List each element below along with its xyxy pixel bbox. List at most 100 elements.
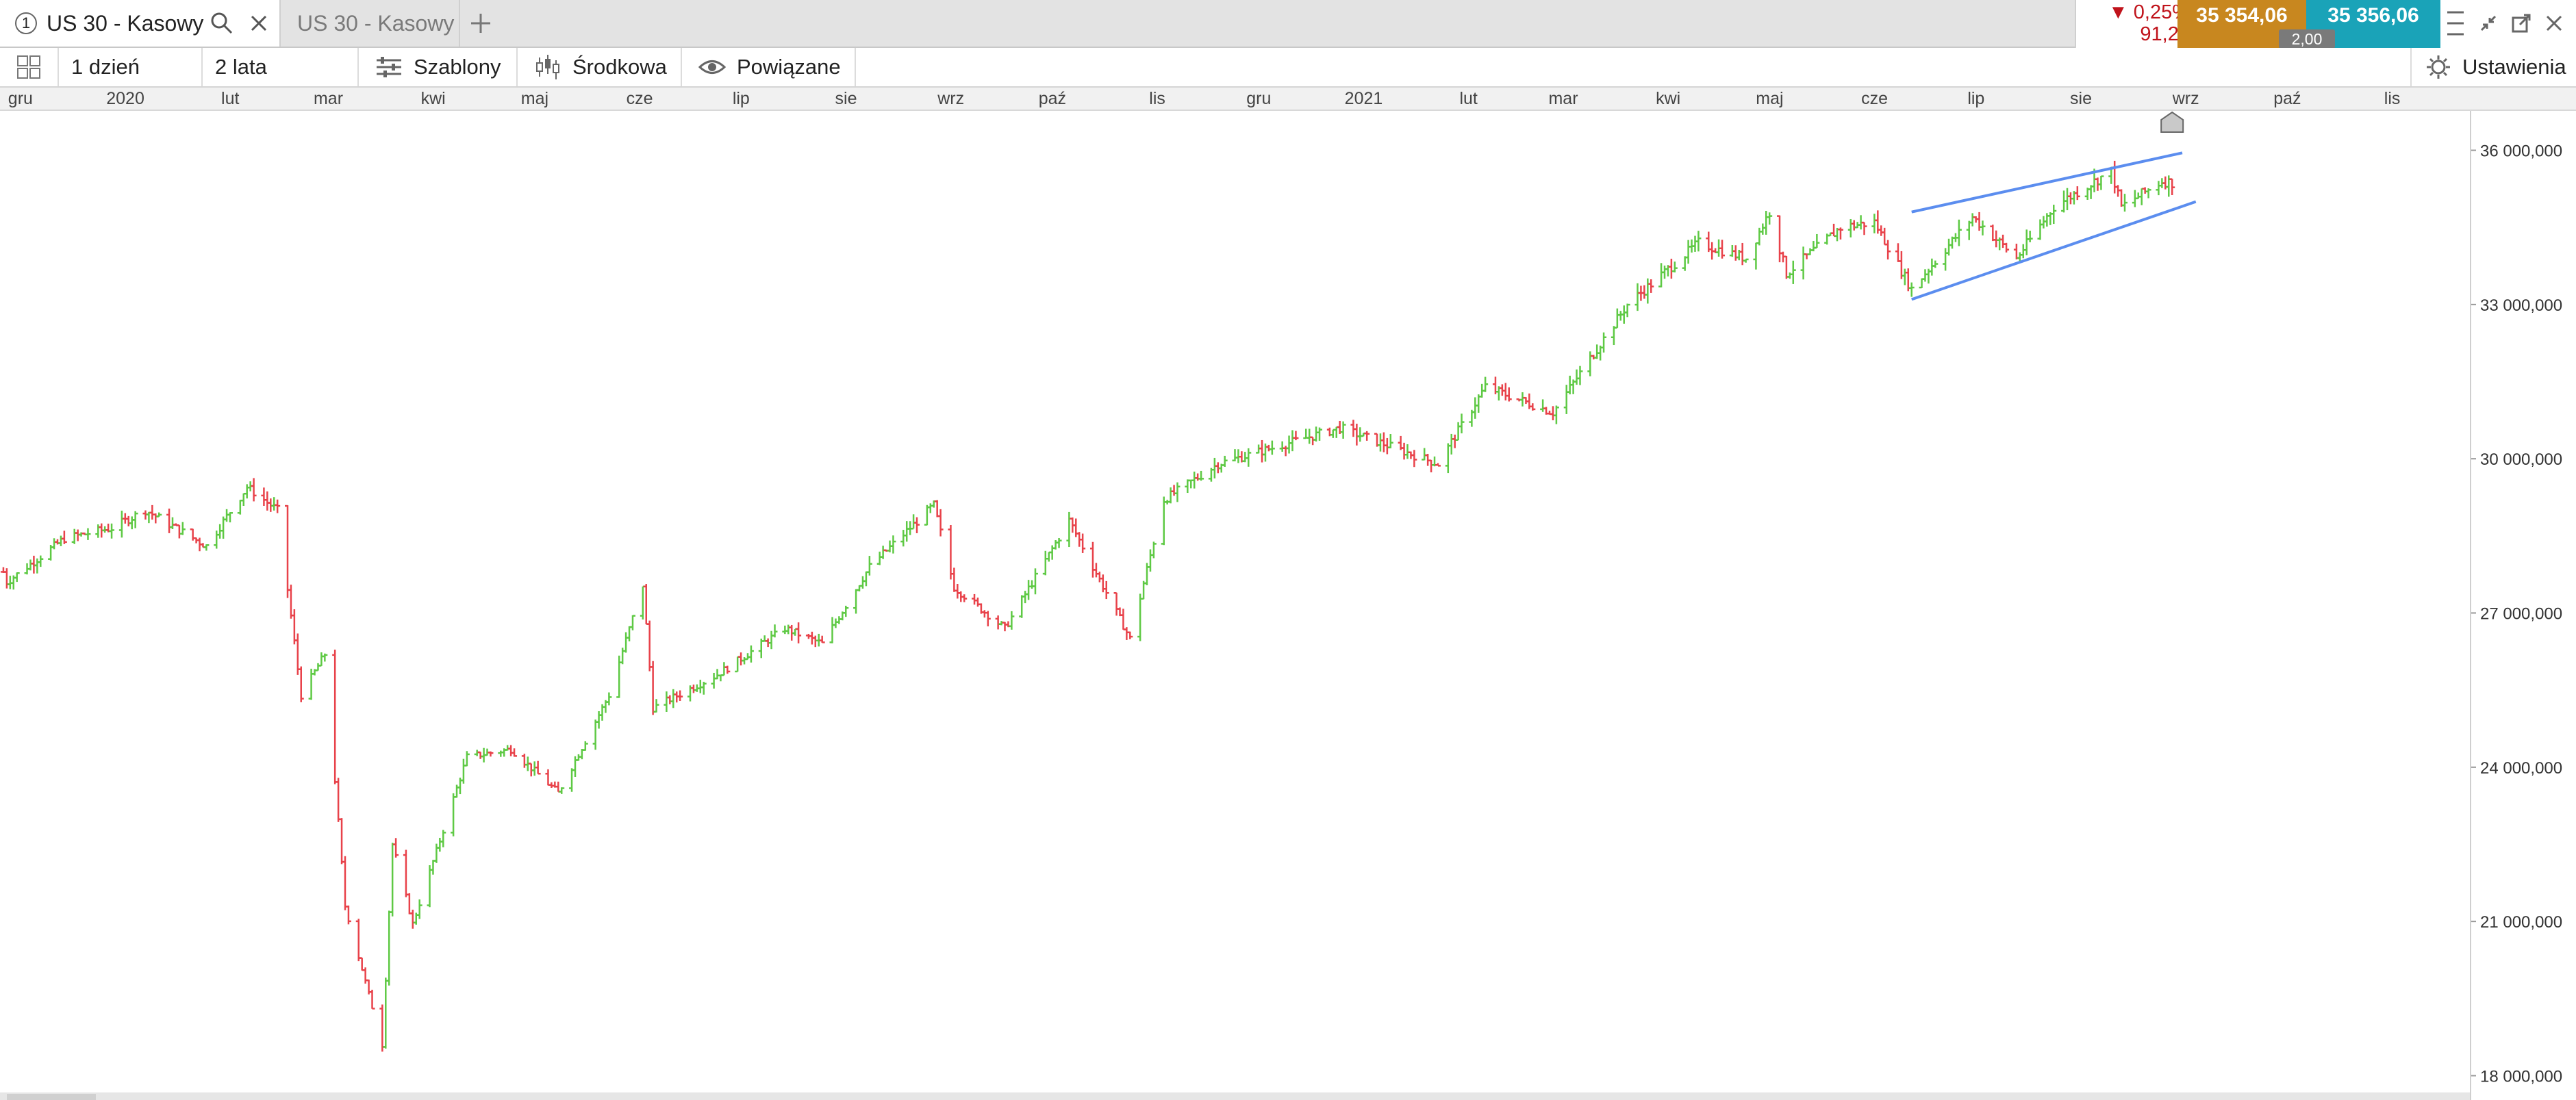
ohlc-bar — [796, 622, 802, 643]
range-select[interactable]: 2 lata — [203, 48, 359, 86]
ohlc-bar — [264, 491, 270, 511]
ohlc-bar — [650, 661, 656, 715]
ohlc-bar — [1695, 231, 1702, 252]
ohlc-bar — [2145, 188, 2151, 199]
sliders-icon — [377, 57, 401, 77]
ohlc-bar — [664, 691, 670, 713]
templates-button[interactable]: Szablony — [359, 48, 518, 86]
ohlc-bar — [1682, 256, 1688, 271]
ohlc-bar — [1029, 580, 1035, 589]
ohlc-bar — [1574, 369, 1580, 385]
ohlc-bar — [1246, 448, 1252, 467]
menu-icon[interactable] — [2443, 10, 2468, 37]
tab-title: US 30 - Kasowy — [297, 10, 455, 36]
scrollbar-thumb[interactable] — [7, 1094, 96, 1100]
ohlc-bar — [1790, 260, 1796, 284]
ohlc-bar — [153, 513, 159, 524]
month-label: lip — [732, 89, 750, 108]
ohlc-bar — [742, 657, 748, 665]
ohlc-bar — [440, 830, 446, 847]
close-window-icon[interactable] — [2542, 10, 2566, 37]
ohlc-bar — [535, 760, 541, 775]
month-label: mar — [1548, 89, 1578, 108]
time-axis[interactable]: gru 2020 lut mar kwi maj cze lip sie wrz paź lis gru… — [0, 88, 2576, 111]
ohlc-bar — [646, 620, 653, 671]
ohlc-bar — [1861, 221, 1867, 235]
chart-toolbar: 1 dzień 2 lata Szablony Środkowa Powiąza… — [0, 48, 2576, 88]
ohlc-bar — [1753, 242, 1759, 270]
ohlc-bar — [237, 500, 243, 515]
ohlc-bar — [1211, 457, 1217, 478]
price-tick-label: 21 000,000 — [2480, 913, 2562, 932]
month-label: lut — [1459, 89, 1478, 108]
ohlc-bar — [1685, 240, 1691, 264]
ohlc-bar — [1908, 282, 1915, 297]
layout-button[interactable] — [0, 48, 59, 86]
ohlc-bar — [390, 843, 396, 917]
ohlc-bar — [670, 689, 677, 708]
ohlc-bar — [1645, 278, 1651, 304]
month-label: sie — [835, 89, 857, 108]
ohlc-bar — [251, 478, 257, 502]
ohlc-bar — [1807, 248, 1813, 255]
ohlc-bar — [1286, 435, 1292, 454]
tab-us30-inactive[interactable]: US 30 - Kasowy — [282, 0, 460, 47]
home-marker-icon[interactable] — [2160, 111, 2184, 133]
ohlc-bar — [1648, 279, 1654, 293]
ohlc-bar — [51, 538, 58, 550]
ohlc-bar — [2013, 244, 2019, 259]
add-tab-icon[interactable] — [467, 10, 494, 37]
tab-bar: 1 US 30 - Kasowy US 30 - Kasowy ▼ 0,25% … — [0, 0, 2576, 49]
ohlc-bar — [2156, 181, 2162, 196]
ohlc-bar — [1530, 403, 1536, 411]
price-tick-label: 24 000,000 — [2480, 759, 2562, 778]
ohlc-bar — [1969, 213, 1975, 227]
ohlc-bar — [531, 761, 538, 776]
interval-select[interactable]: 1 dzień — [59, 48, 203, 86]
month-label: cze — [626, 89, 653, 108]
ohlc-bar — [1124, 627, 1130, 640]
ohlc-bar — [275, 499, 281, 513]
ohlc-bar — [244, 484, 250, 499]
month-label: gru — [8, 89, 33, 108]
ohlc-bar — [1265, 444, 1272, 452]
chart-type-button[interactable]: Środkowa — [518, 48, 682, 86]
ohlc-bar — [582, 741, 588, 751]
ohlc-bar — [1289, 430, 1296, 452]
ohlc-bar — [149, 504, 155, 520]
month-label: lut — [221, 89, 240, 108]
popout-icon[interactable] — [2509, 10, 2534, 37]
ohlc-bar — [393, 838, 399, 858]
ohlc-bar — [1786, 272, 1793, 279]
ohlc-bar — [2169, 178, 2175, 196]
ohlc-bar — [876, 551, 883, 565]
ohlc-bar — [1594, 344, 1600, 359]
ohlc-bar — [1303, 429, 1309, 439]
settings-button[interactable]: Ustawienia — [2410, 48, 2576, 86]
month-label: 2020 — [106, 89, 144, 108]
ohlc-bar — [629, 615, 635, 630]
price-chart[interactable]: 36 000,000 33 000,000 30 000,000 27 000,000… — [0, 111, 2576, 1100]
ohlc-bar — [1777, 215, 1783, 263]
ohlc-bar — [859, 576, 866, 589]
close-icon[interactable] — [247, 11, 271, 36]
search-icon[interactable] — [210, 11, 234, 36]
ohlc-bar — [406, 893, 412, 914]
ohlc-bar — [880, 546, 886, 559]
collapse-icon[interactable] — [2476, 10, 2501, 37]
ohlc-bar — [1401, 442, 1407, 460]
ohlc-bar — [1658, 263, 1665, 287]
month-label: maj — [520, 89, 549, 108]
ohlc-bar — [1198, 470, 1204, 481]
ohlc-bar — [203, 544, 210, 551]
tab-us30-active[interactable]: 1 US 30 - Kasowy — [0, 0, 281, 47]
ohlc-bar — [322, 653, 328, 662]
ohlc-bar — [315, 663, 321, 671]
ohlc-bar — [937, 509, 944, 537]
ohlc-bar — [1662, 265, 1668, 279]
ohlc-bar — [785, 624, 792, 635]
related-button[interactable]: Powiązane — [682, 48, 856, 86]
ohlc-bar — [2074, 186, 2080, 201]
horizontal-scrollbar[interactable] — [0, 1092, 2470, 1100]
ohlc-bar — [1519, 392, 1526, 407]
